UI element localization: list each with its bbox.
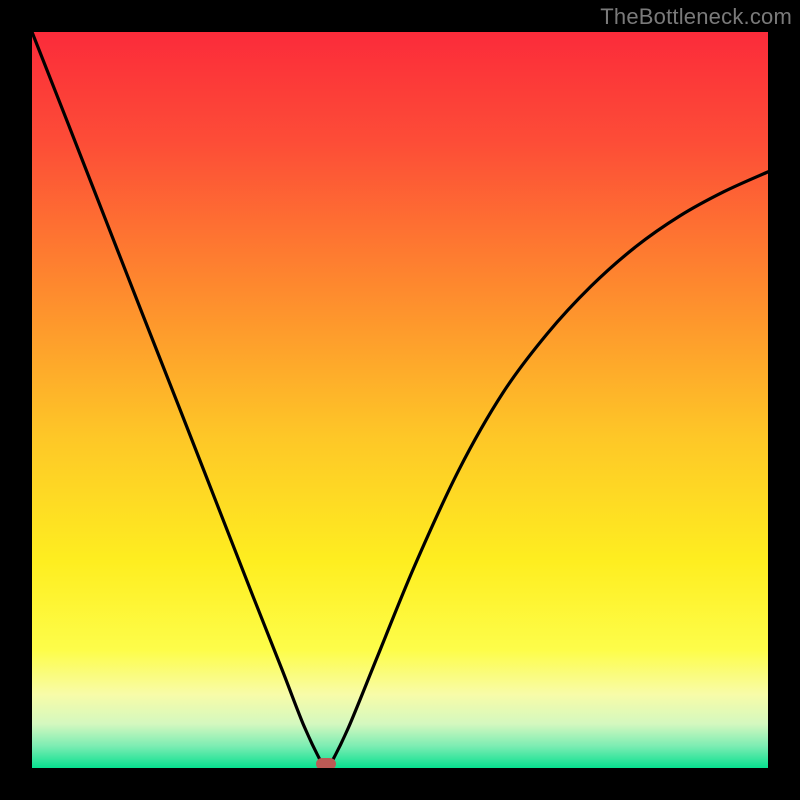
bottleneck-curve: [32, 32, 768, 768]
plot-area: [32, 32, 768, 768]
min-marker: [316, 758, 336, 768]
watermark-text: TheBottleneck.com: [600, 4, 792, 30]
chart-frame: TheBottleneck.com: [0, 0, 800, 800]
